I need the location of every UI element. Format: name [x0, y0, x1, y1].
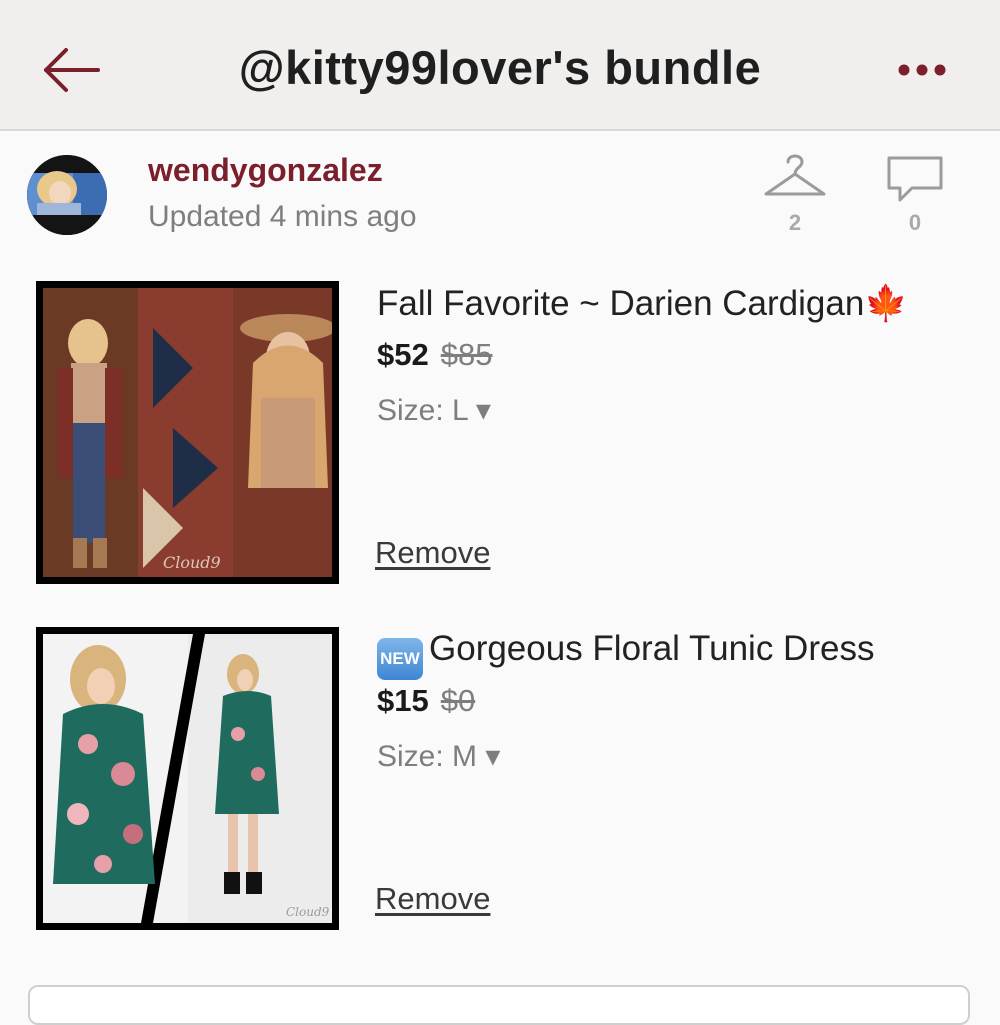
watermark-text: Cloud9 — [163, 553, 221, 572]
seller-row: wendygonzalez Updated 4 mins ago 2 0 — [0, 130, 1000, 260]
size-selector[interactable]: Size: M ▾ — [377, 739, 500, 774]
size-selector[interactable]: Size: L ▾ — [377, 393, 491, 428]
item-photo-image: Cloud9 — [43, 634, 332, 923]
price-row: $52 $85 — [377, 337, 492, 373]
watermark-text: Cloud9 — [286, 905, 330, 919]
likes-button[interactable]: 2 — [762, 152, 828, 236]
more-options-button[interactable] — [896, 50, 948, 90]
maple-leaf-emoji: 🍁 — [864, 284, 908, 323]
avatar-image — [27, 155, 107, 235]
comments-count: 0 — [908, 210, 922, 235]
likes-count: 2 — [788, 210, 802, 235]
remove-link[interactable]: Remove — [375, 881, 490, 917]
item-photo-image: Cloud9 — [43, 288, 332, 577]
bundle-footer-card[interactable] — [28, 985, 970, 1025]
seller-username-link[interactable]: wendygonzalez — [148, 152, 383, 189]
current-price: $52 — [377, 337, 429, 372]
item-title[interactable]: NEW Gorgeous Floral Tunic Dress — [377, 629, 874, 680]
updated-timestamp: Updated 4 mins ago — [148, 200, 417, 233]
item-title-text: Fall Favorite ~ Darien Cardigan — [377, 284, 865, 323]
page-title: @kitty99lover's bundle — [238, 41, 762, 94]
bundle-item: Cloud9 NEW Gorgeous Floral Tunic Dress $1… — [0, 627, 1000, 937]
original-price: $0 — [440, 683, 476, 718]
back-button[interactable] — [40, 42, 102, 98]
comments-button[interactable]: 0 — [882, 152, 948, 236]
current-price: $15 — [377, 683, 429, 718]
item-title[interactable]: Fall Favorite ~ Darien Cardigan🍁 — [377, 283, 908, 324]
original-price: $85 — [440, 337, 493, 372]
price-row: $15 $0 — [377, 683, 475, 719]
comment-bubble-icon — [887, 156, 943, 202]
back-arrow-icon — [44, 48, 100, 92]
item-photo[interactable]: Cloud9 — [36, 627, 339, 930]
item-title-text: Gorgeous Floral Tunic Dress — [429, 629, 875, 668]
remove-link[interactable]: Remove — [375, 535, 490, 571]
app-header: @kitty99lover's bundle — [0, 0, 1000, 131]
new-badge: NEW — [377, 638, 423, 680]
bundle-item: Cloud9 Fall Favorite ~ Darien Cardigan🍁 … — [0, 281, 1000, 591]
item-photo[interactable]: Cloud9 — [36, 281, 339, 584]
more-dots-icon — [898, 64, 946, 76]
avatar[interactable] — [27, 155, 107, 235]
hanger-icon — [764, 154, 826, 196]
